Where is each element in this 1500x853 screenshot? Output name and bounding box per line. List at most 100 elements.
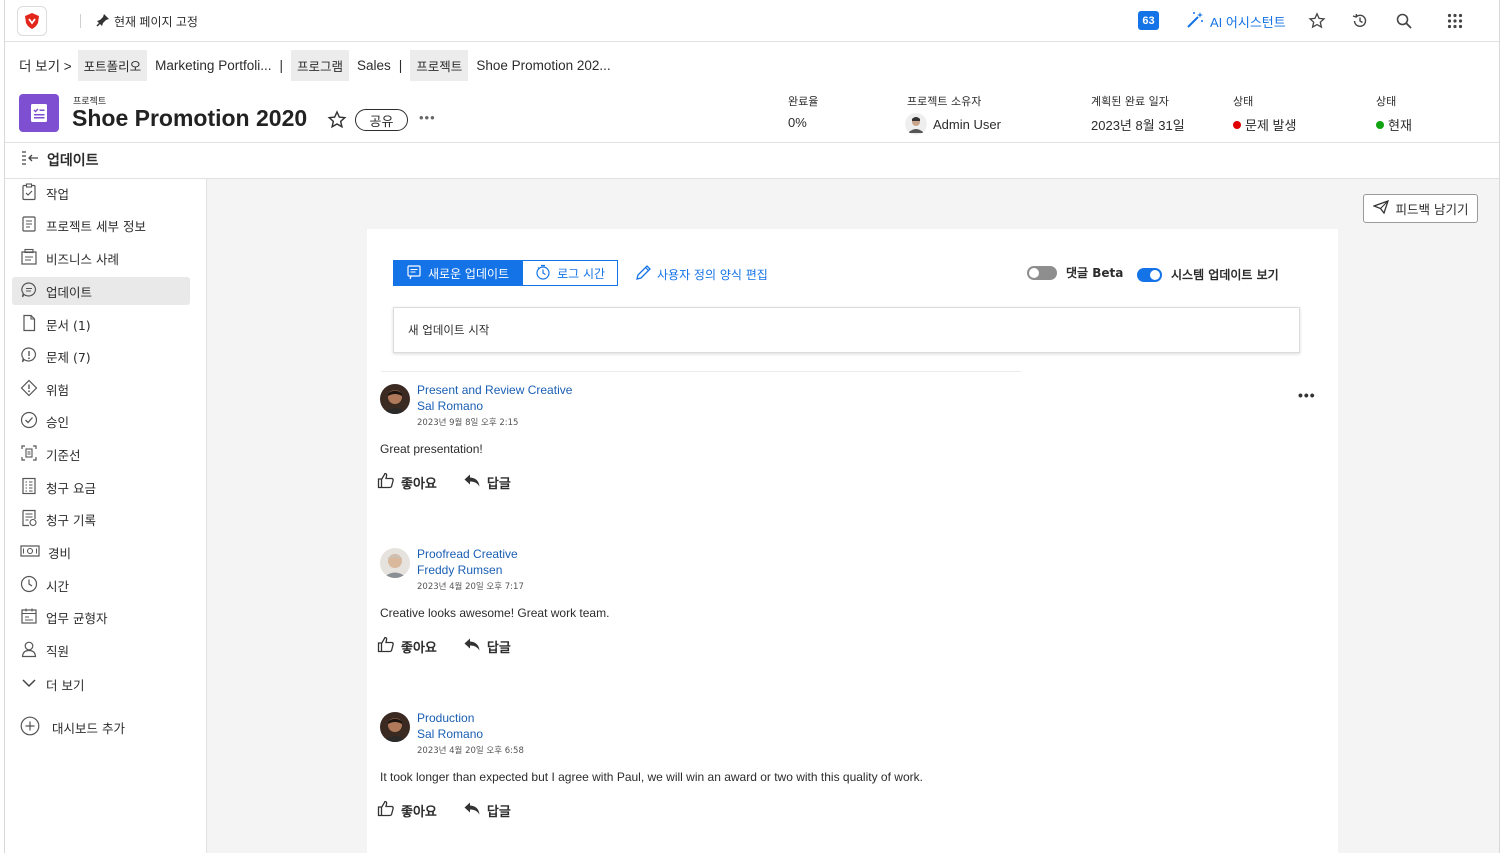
sidebar-item-issues[interactable]: 문제 (7) (12, 342, 190, 370)
separator (80, 14, 81, 28)
section-header: 업데이트 (21, 150, 99, 170)
app-logo-icon[interactable] (17, 6, 47, 36)
status-value[interactable]: 현재 (1376, 115, 1412, 134)
post-author-link[interactable]: Sal Romano (417, 399, 483, 413)
pin-page-label: 현재 페이지 고정 (114, 15, 198, 29)
sidebar-item-label: 승인 (46, 414, 70, 430)
clock-icon (20, 575, 38, 596)
condition-value[interactable]: 문제 발생 (1233, 115, 1296, 134)
planned-date-text: 2023년 8월 31일 (1091, 118, 1185, 133)
status-text: 현재 (1388, 118, 1412, 133)
updates-panel: 새로운 업데이트 로그 시간 사용자 정의 양식 편집 댓글 Beta 시스템 … (367, 229, 1338, 853)
feedback-button[interactable]: 피드백 남기기 (1363, 194, 1478, 223)
sidebar-item-billing-records[interactable]: 청구 기록 (12, 505, 190, 533)
owner-avatar (905, 113, 927, 135)
post-title-link[interactable]: Production (417, 711, 474, 725)
sidebar-item-label: 시간 (46, 578, 70, 594)
sidebar-item-baselines[interactable]: 기준선 (12, 440, 190, 468)
system-updates-toggle[interactable]: 시스템 업데이트 보기 (1137, 266, 1279, 283)
condition-text: 문제 발생 (1245, 118, 1297, 133)
reply-button[interactable]: 답글 (487, 801, 511, 820)
notifications-badge[interactable]: 63 (1138, 11, 1159, 30)
plus-circle-icon (20, 716, 40, 739)
sidebar-item-billing-rates[interactable]: 청구 요금 (12, 473, 190, 501)
sidebar-item-expenses[interactable]: 경비 (12, 538, 190, 566)
reply-icon[interactable] (463, 801, 481, 820)
post-actions: 좋아요 답글 (377, 636, 511, 657)
sidebar-item-tasks[interactable]: 작업 (12, 179, 190, 207)
sidebar-item-label: 프로젝트 세부 정보 (46, 218, 146, 234)
sidebar-item-people[interactable]: 직원 (12, 636, 190, 664)
business-case-icon (20, 248, 38, 269)
breadcrumb-program-link[interactable]: Sales (357, 58, 391, 73)
more-options-icon[interactable]: ••• (419, 110, 436, 125)
sidebar: 작업 프로젝트 세부 정보 비즈니스 사례 업데이트 문서 (1) 문제 (7)… (5, 179, 207, 853)
breadcrumb-portfolio-link[interactable]: Marketing Portfoli... (155, 58, 271, 73)
thumbs-up-icon[interactable] (377, 472, 395, 493)
sidebar-item-label: 위험 (46, 382, 70, 398)
like-button[interactable]: 좋아요 (401, 637, 437, 656)
ai-assistant-button[interactable]: AI 어시스턴트 (1185, 10, 1286, 33)
completion-value-text: 0% (788, 115, 807, 130)
sidebar-item-label: 문서 (1) (46, 317, 91, 333)
breadcrumb-divider: | (398, 57, 403, 73)
owner-name: Admin User (933, 116, 1001, 132)
sidebar-item-updates[interactable]: 업데이트 (12, 277, 190, 305)
sidebar-item-workload-balancer[interactable]: 업무 균형자 (12, 603, 190, 631)
post-author-link[interactable]: Freddy Rumsen (417, 563, 502, 577)
post-title-link[interactable]: Proofread Creative (417, 547, 518, 561)
expense-icon (20, 542, 40, 563)
breadcrumb-more[interactable]: 더 보기 > (19, 55, 72, 75)
favorites-star-icon[interactable] (1307, 11, 1327, 31)
comments-beta-toggle[interactable]: 댓글 Beta (1027, 264, 1123, 281)
avatar[interactable] (380, 384, 410, 414)
sidebar-item-label: 업무 균형자 (46, 610, 108, 626)
thumbs-up-icon[interactable] (377, 636, 395, 657)
collapse-sidebar-icon[interactable] (21, 150, 39, 170)
breadcrumb-project-link[interactable]: Shoe Promotion 202... (476, 58, 610, 73)
sidebar-item-project-details[interactable]: 프로젝트 세부 정보 (12, 211, 190, 239)
reply-button[interactable]: 답글 (487, 473, 511, 492)
owner-label: 프로젝트 소유자 (907, 95, 982, 108)
like-button[interactable]: 좋아요 (401, 801, 437, 820)
pin-page-button[interactable]: 현재 페이지 고정 (95, 12, 198, 31)
edit-custom-form-button[interactable]: 사용자 정의 양식 편집 (635, 264, 768, 284)
sidebar-item-approvals[interactable]: 승인 (12, 407, 190, 435)
breadcrumb-divider: | (279, 57, 283, 73)
reply-icon[interactable] (463, 473, 481, 492)
baseline-icon (20, 444, 38, 465)
comments-beta-label: 댓글 Beta (1066, 266, 1124, 280)
like-button[interactable]: 좋아요 (401, 473, 437, 492)
post-title-link[interactable]: Present and Review Creative (417, 383, 572, 397)
app-window: 현재 페이지 고정 63 AI 어시스턴트 더 보기 > 포트폴리오 Marke… (4, 0, 1500, 853)
sidebar-item-risks[interactable]: 위험 (12, 375, 190, 403)
history-icon[interactable] (1350, 11, 1370, 31)
tab-new-update[interactable]: 새로운 업데이트 (393, 260, 523, 286)
reply-button[interactable]: 답글 (487, 637, 511, 656)
owner-value[interactable]: Admin User (905, 113, 1001, 135)
page-title: Shoe Promotion 2020 (72, 105, 308, 131)
favorite-star-icon[interactable] (327, 110, 347, 135)
reply-icon[interactable] (463, 637, 481, 656)
sidebar-item-label: 직원 (46, 643, 70, 659)
avatar[interactable] (380, 712, 410, 742)
tab-log-time[interactable]: 로그 시간 (522, 260, 619, 286)
sidebar-more-button[interactable]: 더 보기 (12, 670, 190, 698)
pin-icon (95, 12, 111, 31)
app-grid-icon[interactable] (1445, 11, 1465, 31)
sidebar-item-documents[interactable]: 문서 (1) (12, 310, 190, 338)
post-more-options-icon[interactable]: ••• (1298, 387, 1316, 403)
toggle-knob (1029, 267, 1039, 278)
main-content: 피드백 남기기 새로운 업데이트 로그 시간 사용자 정의 양식 편집 댓글 B… (207, 179, 1499, 853)
search-icon[interactable] (1394, 11, 1414, 31)
post-author-link[interactable]: Sal Romano (417, 727, 483, 741)
sidebar-item-hours[interactable]: 시간 (12, 571, 190, 599)
avatar[interactable] (380, 548, 410, 578)
approval-icon (20, 411, 38, 432)
add-dashboard-button[interactable]: 대시보드 추가 (12, 713, 190, 741)
share-button[interactable]: 공유 (355, 109, 408, 131)
new-update-input[interactable]: 새 업데이트 시작 (393, 307, 1300, 353)
sidebar-item-label: 작업 (46, 186, 70, 202)
sidebar-item-business-case[interactable]: 비즈니스 사례 (12, 244, 190, 272)
thumbs-up-icon[interactable] (377, 800, 395, 821)
